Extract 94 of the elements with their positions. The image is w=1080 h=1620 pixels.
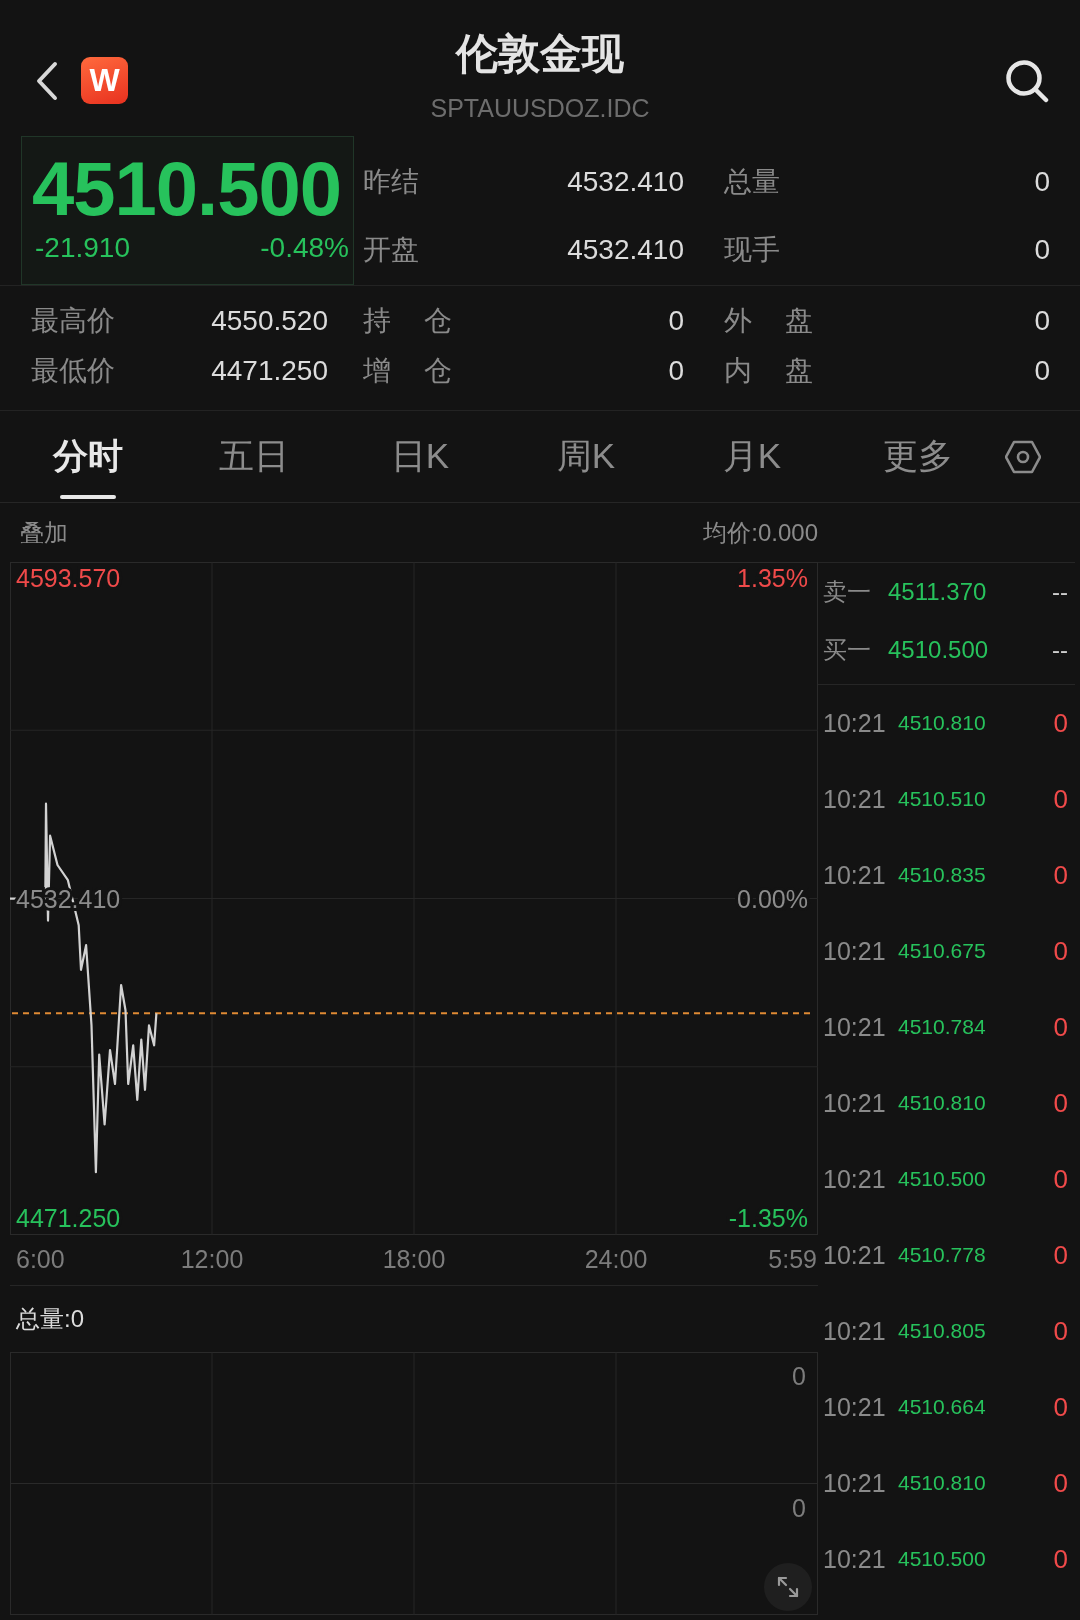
- stat-label: 开盘: [363, 233, 419, 267]
- trade-volume: 0: [1053, 1163, 1068, 1195]
- trade-volume: 0: [1053, 1543, 1068, 1575]
- stat-value: 0: [1034, 305, 1050, 337]
- trade-price: 4510.675: [898, 939, 986, 963]
- order-level-label: 卖一: [823, 577, 872, 607]
- percent-axis-label: -1.35%: [728, 1204, 808, 1232]
- time-axis-label: 12:00: [180, 1245, 244, 1273]
- trade-volume: 0: [1053, 1011, 1068, 1043]
- price-axis-label: 4471.250: [16, 1204, 121, 1232]
- trade-time: 10:21: [823, 860, 887, 890]
- percent-change: -0.48%: [260, 231, 349, 265]
- stat-label: 最高价: [31, 304, 115, 338]
- stat-label: 内 盘: [724, 354, 813, 388]
- trade-time: 10:21: [823, 1544, 887, 1574]
- chart-tab[interactable]: 五日: [171, 411, 337, 502]
- stat-label: 外 盘: [724, 304, 813, 338]
- trade-time: 10:21: [823, 1240, 887, 1270]
- trade-price: 4510.810: [898, 711, 986, 735]
- app-logo[interactable]: W: [81, 57, 128, 104]
- trade-volume: 0: [1053, 1391, 1068, 1423]
- order-volume: --: [1052, 578, 1068, 606]
- stat-value: 0: [668, 355, 684, 387]
- stat-value: 4532.410: [567, 234, 684, 266]
- stat-value: 0: [668, 305, 684, 337]
- trade-time: 10:21: [823, 1088, 887, 1118]
- trade-price: 4510.510: [898, 787, 986, 811]
- trade-time: 10:21: [823, 1316, 887, 1346]
- trade-price: 4510.500: [898, 1547, 986, 1571]
- volume-axis-label: 0: [792, 1493, 806, 1522]
- trade-time: 10:21: [823, 1164, 887, 1194]
- trade-time: 10:21: [823, 1392, 887, 1422]
- expand-button[interactable]: [764, 1563, 812, 1611]
- stat-value: 4471.250: [211, 355, 328, 387]
- stat-label: 现手: [724, 233, 780, 267]
- symbol-code: SPTAUUSDOZ.IDC: [430, 93, 650, 123]
- time-axis-label: 6:00: [16, 1245, 65, 1273]
- stat-value: 0: [1034, 355, 1050, 387]
- stat-value: 0: [1034, 166, 1050, 198]
- back-icon[interactable]: [35, 60, 59, 101]
- stat-label: 增 仓: [363, 354, 452, 388]
- search-icon[interactable]: [1004, 59, 1050, 103]
- average-price: 均价:0.000: [703, 517, 818, 548]
- trade-time: 10:21: [823, 1012, 887, 1042]
- total-volume: 总量:0: [16, 1304, 84, 1334]
- chart-tab[interactable]: 日K: [337, 411, 503, 502]
- percent-axis-label: 1.35%: [737, 564, 808, 593]
- order-level-label: 买一: [823, 635, 872, 665]
- trade-price: 4510.664: [898, 1395, 986, 1419]
- order-price: 4511.370: [888, 578, 987, 606]
- stat-label: 最低价: [31, 354, 115, 388]
- stat-value: 4550.520: [211, 305, 328, 337]
- settings-icon[interactable]: [1005, 439, 1041, 474]
- stat-value: 0: [1034, 234, 1050, 266]
- stat-label: 总量: [724, 165, 780, 199]
- price-change: -21.910: [35, 231, 130, 265]
- order-volume: --: [1052, 636, 1068, 664]
- stat-label: 昨结: [363, 165, 419, 199]
- time-axis-label: 18:00: [382, 1245, 446, 1273]
- trade-price: 4510.835: [898, 863, 986, 887]
- expand-icon: [776, 1575, 800, 1599]
- page-title: 伦敦金现: [456, 29, 624, 79]
- trade-price: 4510.805: [898, 1319, 986, 1343]
- trade-price: 4510.810: [898, 1091, 986, 1115]
- trade-time: 10:21: [823, 784, 887, 814]
- trade-volume: 0: [1053, 1315, 1068, 1347]
- trade-time: 10:21: [823, 1468, 887, 1498]
- stat-value: 4532.410: [567, 166, 684, 198]
- chart-tab[interactable]: 更多: [835, 411, 1001, 502]
- overlay-button[interactable]: 叠加: [20, 516, 68, 549]
- trade-volume: 0: [1053, 1467, 1068, 1499]
- time-axis-label: 24:00: [584, 1245, 648, 1273]
- trade-volume: 0: [1053, 1087, 1068, 1119]
- time-axis-label: 5:59: [768, 1245, 817, 1273]
- trade-price: 4510.778: [898, 1243, 986, 1267]
- price-axis-label: 4593.570: [16, 564, 121, 593]
- order-price: 4510.500: [888, 636, 989, 664]
- stat-label: 持 仓: [363, 304, 452, 338]
- chart-tab[interactable]: 周K: [503, 411, 669, 502]
- trade-price: 4510.810: [898, 1471, 986, 1495]
- volume-axis-label: 0: [792, 1362, 806, 1390]
- trade-time: 10:21: [823, 936, 887, 966]
- chart-tab[interactable]: 月K: [669, 411, 835, 502]
- last-price: 4510.500: [32, 147, 342, 231]
- trade-price: 4510.784: [898, 1015, 986, 1039]
- trade-volume: 0: [1053, 1239, 1068, 1271]
- trade-volume: 0: [1053, 859, 1068, 891]
- percent-axis-label: 0.00%: [737, 884, 808, 913]
- trade-volume: 0: [1053, 707, 1068, 739]
- trade-volume: 0: [1053, 783, 1068, 815]
- chart-tab[interactable]: 分时: [5, 411, 171, 502]
- trade-price: 4510.500: [898, 1167, 986, 1191]
- trade-volume: 0: [1053, 935, 1068, 967]
- trade-time: 10:21: [823, 708, 887, 738]
